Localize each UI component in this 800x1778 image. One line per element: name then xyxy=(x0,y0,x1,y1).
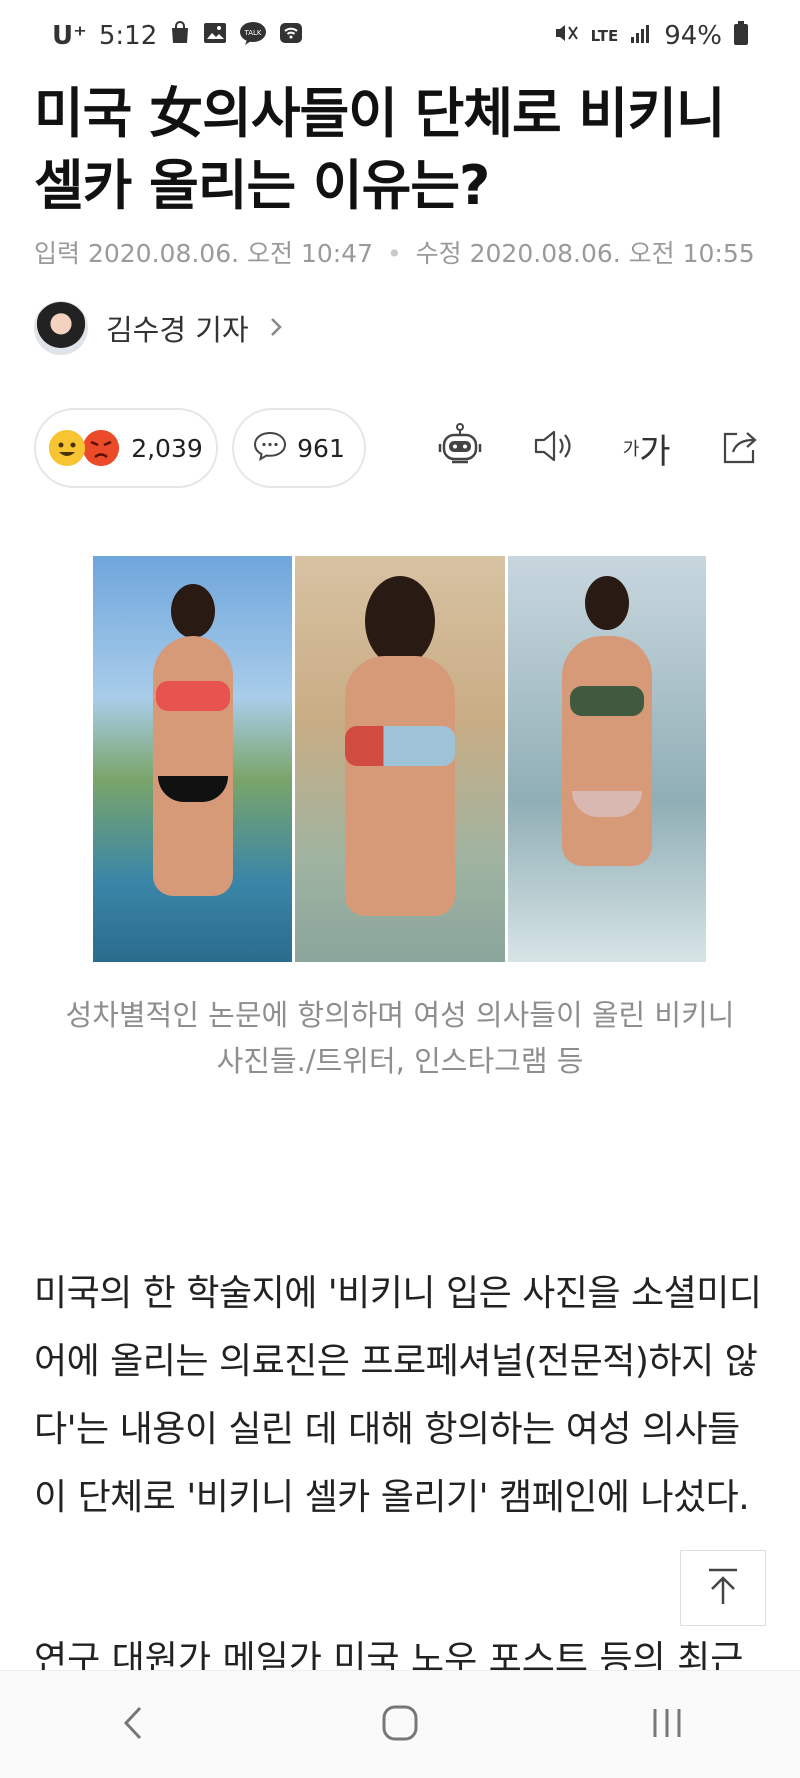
text-to-speech-button[interactable] xyxy=(523,418,583,478)
battery-icon xyxy=(734,21,748,51)
font-size-button[interactable]: 가가 xyxy=(617,418,677,478)
recent-apps-icon xyxy=(649,1705,685,1745)
speaker-icon xyxy=(532,426,574,470)
wifi-icon xyxy=(279,22,303,50)
article-paragraph: 미국의 한 학술지에 '비키니 입은 사진을 소셜미디어에 올리는 의료진은 프… xyxy=(34,1273,762,1518)
robot-summary-button[interactable] xyxy=(430,418,490,478)
comment-button[interactable]: 961 xyxy=(232,408,366,488)
robot-icon xyxy=(436,422,484,474)
comment-icon xyxy=(253,431,287,465)
smile-emoji-icon xyxy=(49,430,86,466)
back-button[interactable] xyxy=(83,1695,183,1755)
input-label: 입력 xyxy=(34,239,81,268)
recent-apps-button[interactable] xyxy=(617,1695,717,1755)
bikini-photo-1 xyxy=(93,556,292,962)
image-caption: 성차별적인 논문에 항의하며 여성 의사들이 올린 비키니 사진들./트위터, … xyxy=(65,998,735,1078)
reaction-button[interactable]: 2,039 xyxy=(34,408,218,488)
shopping-bag-icon xyxy=(169,21,191,51)
share-icon xyxy=(719,426,761,470)
edit-datetime: 2020.08.06. 오전 10:55 xyxy=(469,239,755,268)
avatar xyxy=(34,301,88,355)
article-title: 미국 女의사들이 단체로 비키니 셀카 올리는 이유는? xyxy=(34,82,726,217)
reaction-count: 2,039 xyxy=(131,433,203,463)
talk-icon: TALK xyxy=(239,21,267,51)
status-left: U⁺ 5:12 TALK xyxy=(52,21,303,51)
comment-count: 961 xyxy=(297,433,345,463)
bikini-photo-3 xyxy=(508,556,706,962)
article-meta: 입력 2020.08.06. 오전 10:47 • 수정 2020.08.06.… xyxy=(34,234,774,270)
signal-icon xyxy=(630,22,652,50)
battery-percent: 94% xyxy=(664,21,722,51)
author-link[interactable]: 김수경 기자 xyxy=(34,300,283,356)
status-right: LTE 94% xyxy=(553,21,748,51)
article-paragraph-partial: 연구 대원가 메일가 미국 노우 포스트 등의 최근 xyxy=(34,1640,764,1670)
author-name: 김수경 기자 xyxy=(106,313,249,347)
home-button[interactable] xyxy=(350,1695,450,1755)
meta-separator: • xyxy=(386,239,402,268)
clock: 5:12 xyxy=(98,21,158,51)
android-nav-bar xyxy=(0,1670,800,1778)
talk-icon-label: TALK xyxy=(244,29,262,37)
angry-emoji-icon xyxy=(83,430,120,466)
mute-vibrate-icon xyxy=(553,21,579,51)
article-image[interactable] xyxy=(93,556,706,962)
partial-text: 연구 대원가 메일가 미국 노우 포스트 등의 최근 xyxy=(34,1640,744,1670)
carrier-label: U⁺ xyxy=(52,21,87,51)
input-datetime: 2020.08.06. 오전 10:47 xyxy=(87,239,373,268)
gallery-icon xyxy=(203,22,227,50)
back-icon xyxy=(121,1705,145,1745)
chevron-right-icon xyxy=(269,312,283,345)
arrow-up-icon xyxy=(705,1566,741,1610)
font-size-large-label: 가 xyxy=(639,431,671,472)
edit-label: 수정 xyxy=(415,239,462,268)
share-button[interactable] xyxy=(710,418,770,478)
article-tools: 가가 xyxy=(430,418,770,478)
home-icon xyxy=(380,1703,420,1747)
bikini-photo-2 xyxy=(292,556,508,962)
status-bar: U⁺ 5:12 TALK LTE 94% xyxy=(0,0,800,72)
font-size-small-label: 가 xyxy=(622,439,640,460)
scroll-to-top-button[interactable] xyxy=(680,1550,766,1626)
lte-label: LTE xyxy=(590,27,619,45)
